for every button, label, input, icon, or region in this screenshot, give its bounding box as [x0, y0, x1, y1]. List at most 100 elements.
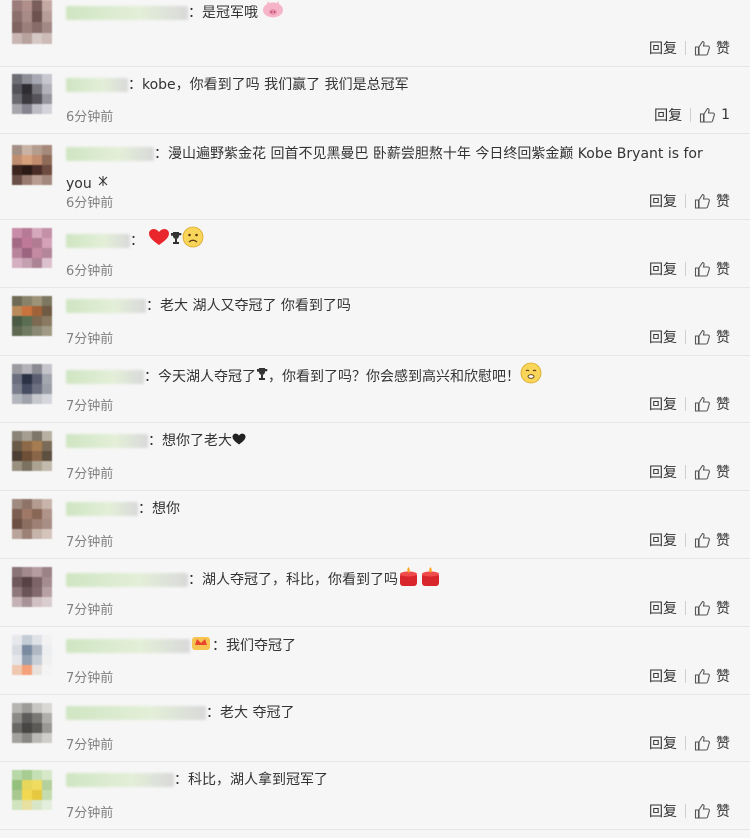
divider	[685, 532, 686, 547]
username[interactable]	[66, 6, 188, 20]
crown-emoji-icon	[190, 633, 212, 659]
like-count: 赞	[716, 804, 730, 821]
username[interactable]	[66, 502, 138, 517]
like-button[interactable]: 赞	[694, 462, 730, 482]
comment-item: ：想你了老大 7分钟前 回复 赞	[0, 423, 750, 492]
comment-item: ：科比，湖人拿到冠军了 7分钟前 回复 赞	[0, 762, 750, 831]
like-button[interactable]: 赞	[694, 801, 730, 821]
avatar[interactable]	[12, 770, 52, 811]
username[interactable]	[66, 369, 144, 384]
comment-item: ： 6分钟前 回复 赞	[0, 220, 750, 288]
comment-text: 想你了老大	[162, 433, 232, 450]
reply-button[interactable]: 回复	[649, 462, 677, 482]
sad-emoji-icon	[182, 226, 204, 256]
timestamp: 6分钟前	[66, 263, 114, 279]
like-button[interactable]: 赞	[694, 259, 730, 279]
divider	[685, 397, 686, 412]
like-button[interactable]: 赞	[694, 666, 730, 686]
grin-emoji-icon	[520, 362, 542, 392]
like-count: 赞	[716, 465, 730, 482]
comment-item: ：漫山遍野紫金花 回首不见黑曼巴 卧薪尝胆熬十年 今日终回紫金巅 Kobe Br…	[0, 134, 750, 220]
comment-list: ：是冠军哦 回复 赞 ：kobe，你看到了吗 我们赢了 我们是总冠军 6分钟前 …	[0, 0, 750, 831]
username[interactable]	[66, 773, 174, 788]
pig-emoji-icon	[262, 0, 284, 26]
avatar[interactable]	[12, 634, 52, 675]
comment-text: 是冠军哦	[202, 5, 258, 21]
comment-text: 想你	[152, 501, 180, 518]
divider	[685, 41, 686, 55]
comment-item: ：kobe，你看到了吗 我们赢了 我们是总冠军 6分钟前 回复 1	[0, 67, 750, 134]
username[interactable]	[66, 147, 154, 161]
reply-button[interactable]: 回复	[649, 327, 677, 347]
comment-item: ：我们夺冠了 7分钟前 回复 赞	[0, 627, 750, 695]
username[interactable]	[66, 78, 128, 92]
avatar[interactable]	[12, 499, 52, 540]
avatar[interactable]	[12, 0, 52, 44]
trophy-icon	[256, 365, 268, 389]
thumbs-up-icon	[694, 668, 710, 684]
timestamp: 7分钟前	[66, 467, 114, 483]
like-count: 赞	[716, 532, 730, 549]
divider	[685, 194, 686, 208]
like-count: 赞	[716, 736, 730, 753]
like-button[interactable]: 赞	[694, 38, 730, 58]
like-count: 赞	[716, 600, 730, 617]
username[interactable]	[66, 638, 190, 653]
timestamp: 7分钟前	[66, 738, 114, 754]
avatar[interactable]	[12, 363, 52, 404]
divider	[685, 465, 686, 480]
avatar[interactable]	[12, 145, 52, 185]
thumbs-up-icon	[694, 397, 710, 412]
heart-icon	[148, 228, 170, 254]
reply-button[interactable]: 回复	[649, 394, 677, 414]
timestamp: 7分钟前	[66, 331, 114, 347]
like-button[interactable]: 赞	[694, 191, 730, 211]
divider	[690, 108, 692, 122]
reply-button[interactable]: 回复	[649, 598, 677, 618]
thumbs-up-icon	[694, 804, 710, 819]
divider	[685, 329, 686, 344]
avatar[interactable]	[12, 228, 52, 268]
avatar[interactable]	[12, 74, 52, 114]
like-button[interactable]: 赞	[694, 530, 730, 550]
like-button[interactable]: 赞	[694, 733, 730, 753]
reply-button[interactable]: 回复	[649, 666, 677, 686]
avatar[interactable]	[12, 295, 52, 336]
thumbs-up-icon	[694, 736, 710, 751]
divider	[685, 600, 686, 615]
username[interactable]	[66, 434, 148, 449]
thumbs-up-icon	[694, 465, 710, 480]
reply-button[interactable]: 回复	[649, 259, 677, 279]
comment-item: ：今天湖人夺冠了 ，你看到了吗？你会感到高兴和欣慰吧！ 7分钟前 回复 赞	[0, 356, 750, 424]
avatar[interactable]	[12, 702, 52, 743]
reply-button[interactable]: 回复	[649, 38, 677, 58]
like-count: 赞	[716, 261, 730, 278]
username[interactable]	[66, 234, 130, 248]
reply-button[interactable]: 回复	[649, 733, 677, 753]
timestamp: 7分钟前	[66, 670, 114, 686]
reply-button[interactable]: 回复	[649, 530, 677, 550]
like-button[interactable]: 赞	[694, 394, 730, 414]
reply-button[interactable]: 回复	[654, 105, 682, 125]
comment-text: 科比，湖人拿到冠军了	[188, 772, 328, 789]
username[interactable]	[66, 572, 188, 587]
like-button[interactable]: 赞	[694, 327, 730, 347]
candle-emoji-icon	[398, 565, 442, 595]
username[interactable]	[66, 705, 206, 720]
comment-text: kobe，你看到了吗 我们赢了 我们是总冠军	[142, 77, 409, 93]
like-count: 赞	[716, 194, 730, 210]
reply-button[interactable]: 回复	[649, 801, 677, 821]
divider	[685, 736, 686, 751]
avatar[interactable]	[12, 431, 52, 472]
like-button[interactable]: 1	[699, 107, 730, 123]
reply-button[interactable]: 回复	[649, 191, 677, 211]
comment-text: 湖人夺冠了，科比，你看到了吗	[202, 571, 398, 588]
comment-item: ：老大 湖人又夺冠了 你看到了吗 7分钟前 回复 赞	[0, 288, 750, 356]
comment-item: ：老大 夺冠了 7分钟前 回复 赞	[0, 695, 750, 763]
username[interactable]	[66, 298, 146, 313]
timestamp: 6分钟前	[66, 110, 114, 125]
like-button[interactable]: 赞	[694, 598, 730, 618]
thumbs-up-icon	[694, 193, 710, 209]
avatar[interactable]	[12, 566, 52, 607]
comment-text: 今天湖人夺冠了	[158, 368, 256, 385]
